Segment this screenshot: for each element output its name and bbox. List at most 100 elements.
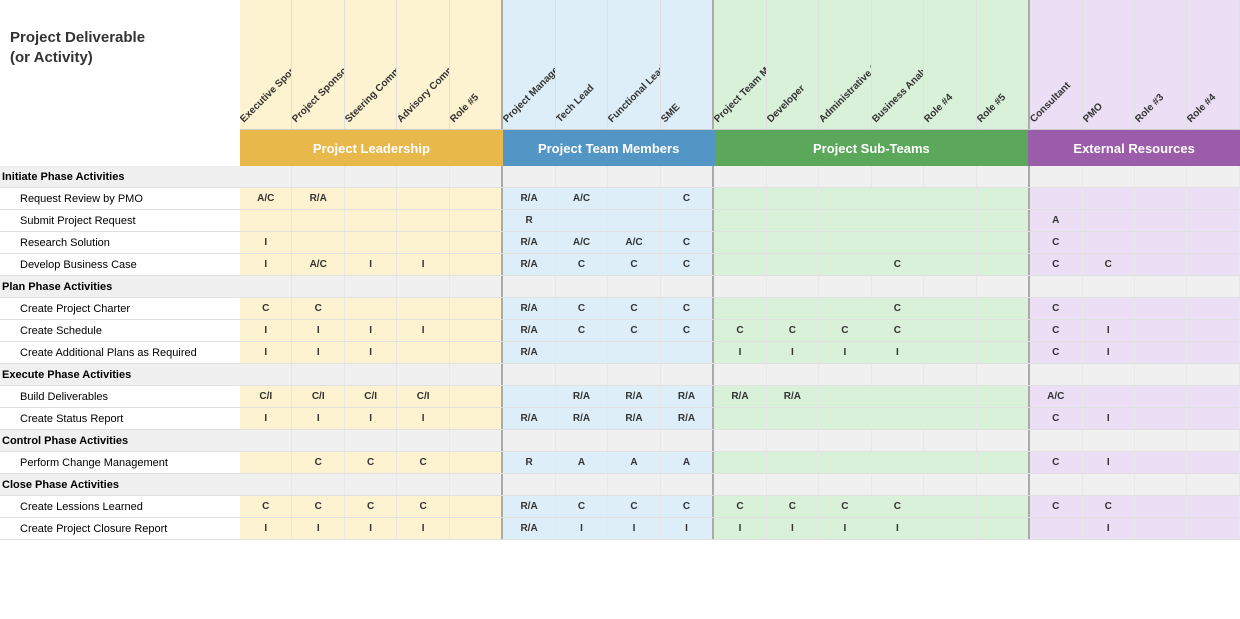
data-cell [714, 364, 766, 385]
data-grid: A/CR/AR/AA/CCRAIR/AA/CA/CCCIA/CIIR/ACCCC… [240, 166, 1240, 540]
data-cell [1135, 166, 1187, 187]
data-cell [345, 188, 397, 209]
data-cell [1135, 342, 1187, 363]
activity-label: Request Review by PMO [0, 188, 240, 210]
phase-header-label: Execute Phase Activities [0, 364, 240, 386]
data-cell [924, 166, 976, 187]
data-cell: C [292, 298, 344, 319]
data-row: IIIIR/AR/AR/AR/ACI [240, 408, 1240, 430]
data-cell: A/C [1030, 386, 1082, 407]
data-cell [977, 232, 1030, 253]
phase-header-row [240, 364, 1240, 386]
data-cell: C [661, 232, 714, 253]
data-cell [240, 430, 292, 451]
data-cell [872, 232, 924, 253]
data-cell [1135, 518, 1187, 539]
data-cell: R/A [292, 188, 344, 209]
data-cell [450, 386, 503, 407]
data-cell [872, 452, 924, 473]
data-cell: C/I [345, 386, 397, 407]
data-cell: R/A [503, 518, 555, 539]
data-cell [819, 166, 871, 187]
data-cell: C [1030, 232, 1082, 253]
data-cell: C [1030, 254, 1082, 275]
activity-label: Develop Business Case [0, 254, 240, 276]
data-cell: C [714, 320, 766, 341]
activity-label: Create Additional Plans as Required [0, 342, 240, 364]
data-cell: I [1083, 342, 1135, 363]
data-cell [556, 342, 608, 363]
data-cell [608, 166, 660, 187]
data-cell [767, 276, 819, 297]
data-cell: C [1030, 320, 1082, 341]
data-cell [661, 342, 714, 363]
data-cell: I [1083, 452, 1135, 473]
data-cell [345, 276, 397, 297]
data-cell: C [661, 298, 714, 319]
data-cell [1187, 386, 1239, 407]
data-cell [345, 298, 397, 319]
data-cell: I [240, 408, 292, 429]
data-cell [1135, 188, 1187, 209]
data-cell: C [556, 298, 608, 319]
data-cell: I [240, 518, 292, 539]
data-row: RA [240, 210, 1240, 232]
data-cell [924, 188, 976, 209]
data-cell [556, 166, 608, 187]
col-headers-wrap: Executive SponsorProject SponsorSteering… [240, 0, 1240, 166]
data-cell [397, 430, 449, 451]
data-cell [608, 474, 660, 495]
data-cell [240, 474, 292, 495]
page: Project Deliverable(or Activity) Executi… [0, 0, 1240, 619]
data-cell [1030, 166, 1082, 187]
activity-label: Submit Project Request [0, 210, 240, 232]
data-cell [1135, 430, 1187, 451]
data-cell [767, 364, 819, 385]
data-cell [977, 386, 1030, 407]
data-cell [819, 298, 871, 319]
activity-label: Create Lessions Learned [0, 496, 240, 518]
phase-header-row [240, 166, 1240, 188]
data-cell [450, 342, 503, 363]
activity-label: Create Project Charter [0, 298, 240, 320]
data-cell [1187, 166, 1239, 187]
data-cell [345, 430, 397, 451]
data-cell [397, 166, 449, 187]
data-cell: I [345, 320, 397, 341]
data-cell [924, 232, 976, 253]
data-cell: I [397, 320, 449, 341]
data-cell [450, 496, 503, 517]
data-cell: I [292, 320, 344, 341]
data-cell: R/A [503, 232, 555, 253]
data-cell [1187, 188, 1239, 209]
data-cell [450, 452, 503, 473]
data-cell [714, 474, 766, 495]
data-cell [1187, 364, 1239, 385]
data-cell [240, 276, 292, 297]
data-cell [1083, 188, 1135, 209]
data-cell [240, 364, 292, 385]
data-cell: I [345, 254, 397, 275]
data-cell [924, 276, 976, 297]
data-cell [714, 232, 766, 253]
data-cell [450, 188, 503, 209]
data-cell [819, 474, 871, 495]
data-cell [1083, 386, 1135, 407]
data-cell [345, 166, 397, 187]
data-cell: C [608, 254, 660, 275]
data-cell [397, 188, 449, 209]
data-cell [1030, 276, 1082, 297]
data-cell [714, 188, 766, 209]
data-cell: C [819, 320, 871, 341]
data-cell [924, 474, 976, 495]
data-cell [924, 452, 976, 473]
table-area: Initiate Phase ActivitiesRequest Review … [0, 166, 1240, 540]
data-cell: I [714, 342, 766, 363]
data-cell [819, 408, 871, 429]
data-cell: C [556, 320, 608, 341]
data-cell [872, 210, 924, 231]
data-cell: A/C [240, 188, 292, 209]
data-cell: C [608, 496, 660, 517]
data-cell [1083, 430, 1135, 451]
data-cell [608, 430, 660, 451]
